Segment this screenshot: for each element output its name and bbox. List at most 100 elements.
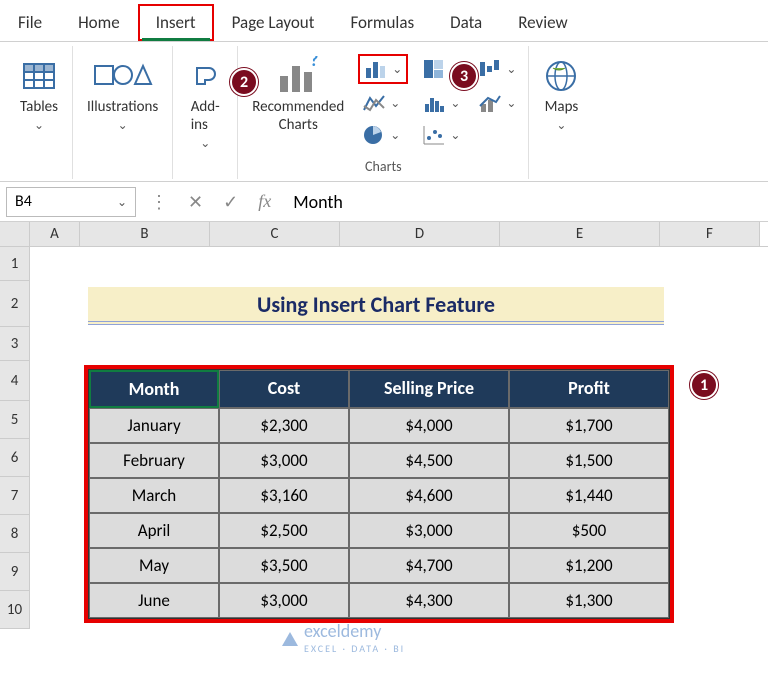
cell[interactable]: $2,500 — [219, 513, 349, 548]
cell[interactable]: $3,500 — [219, 548, 349, 583]
cell[interactable]: March — [89, 478, 219, 513]
tab-formulas[interactable]: Formulas — [332, 4, 432, 41]
recommended-charts-button[interactable]: ? Recommended Charts — [246, 50, 350, 138]
row-header[interactable]: 4 — [0, 361, 30, 401]
name-box-value: B4 — [15, 192, 32, 211]
cell[interactable]: $4,000 — [349, 408, 509, 443]
cells-area[interactable]: Using Insert Chart Feature Month Cost Se… — [30, 247, 768, 629]
cell[interactable]: $2,300 — [219, 408, 349, 443]
col-header[interactable]: E — [500, 222, 660, 246]
cell[interactable]: $1,500 — [509, 443, 669, 478]
chevron-down-icon: ⌄ — [200, 136, 210, 151]
callout-badge-2: 2 — [230, 68, 258, 96]
cell[interactable]: $3,160 — [219, 478, 349, 513]
globe-icon — [543, 54, 579, 98]
cell[interactable]: $1,200 — [509, 548, 669, 583]
combo-chart-button[interactable]: ⌄ — [474, 90, 520, 116]
formula-input[interactable]: Month — [285, 187, 762, 217]
scatter-chart-button[interactable]: ⌄ — [418, 122, 464, 148]
cell[interactable]: $3,000 — [219, 583, 349, 618]
chevron-down-icon: ⌄ — [506, 62, 516, 77]
select-all-corner[interactable] — [0, 222, 30, 246]
table-row: January $2,300 $4,000 $1,700 — [89, 408, 669, 443]
callout-badge-3: 3 — [450, 62, 478, 90]
tab-review[interactable]: Review — [500, 4, 585, 41]
col-header[interactable]: A — [30, 222, 80, 246]
cell[interactable]: June — [89, 583, 219, 618]
table-row: April $2,500 $3,000 $500 — [89, 513, 669, 548]
chevron-down-icon: ⌄ — [450, 128, 460, 143]
cell[interactable]: May — [89, 548, 219, 583]
cancel-icon[interactable]: ✕ — [182, 191, 209, 213]
tab-file[interactable]: File — [0, 4, 60, 41]
fx-icon[interactable]: fx — [252, 191, 277, 212]
addins-button[interactable]: Add- ins ⌄ — [181, 50, 229, 155]
cell[interactable]: $4,600 — [349, 478, 509, 513]
row-header[interactable]: 5 — [0, 401, 30, 439]
header-cell[interactable]: Selling Price — [349, 370, 509, 408]
table-header-row: Month Cost Selling Price Profit — [89, 370, 669, 408]
row-header[interactable]: 1 — [0, 247, 30, 281]
name-box[interactable]: B4 ⌄ — [6, 187, 136, 217]
line-chart-button[interactable]: ⌄ — [358, 90, 408, 116]
row-header[interactable]: 7 — [0, 477, 30, 515]
cell[interactable]: $3,000 — [349, 513, 509, 548]
cell[interactable]: February — [89, 443, 219, 478]
waterfall-chart-button[interactable]: ⌄ — [474, 54, 520, 84]
cell[interactable]: $1,700 — [509, 408, 669, 443]
addins-icon — [187, 54, 223, 98]
row-headers: 1 2 3 4 5 6 7 8 9 10 — [0, 247, 30, 629]
row-header[interactable]: 8 — [0, 515, 30, 553]
cell[interactable]: $4,500 — [349, 443, 509, 478]
row-header[interactable]: 10 — [0, 591, 30, 629]
chevron-down-icon: ⌄ — [506, 96, 516, 111]
tab-home[interactable]: Home — [60, 4, 138, 41]
row-header[interactable]: 2 — [0, 281, 30, 327]
data-table-selection: Month Cost Selling Price Profit January … — [84, 365, 674, 623]
enter-icon[interactable]: ✓ — [217, 191, 244, 213]
chevron-down-icon: ⌄ — [556, 118, 566, 133]
cell[interactable]: January — [89, 408, 219, 443]
group-tables: Tables ⌄ — [6, 46, 73, 179]
illustrations-label: Illustrations — [87, 98, 158, 116]
cell[interactable]: April — [89, 513, 219, 548]
chevron-down-icon: ⌄ — [117, 195, 127, 210]
tables-button[interactable]: Tables ⌄ — [14, 50, 64, 137]
cell[interactable]: $4,300 — [349, 583, 509, 618]
cell[interactable]: $3,000 — [219, 443, 349, 478]
watermark: exceldemy EXCEL · DATA · BI — [280, 620, 405, 655]
row-header[interactable]: 3 — [0, 327, 30, 361]
tab-data[interactable]: Data — [432, 4, 500, 41]
pie-chart-button[interactable]: ⌄ — [358, 122, 408, 148]
chevron-down-icon: ⌄ — [392, 62, 402, 77]
column-headers: A B C D E F — [0, 222, 768, 247]
header-cell[interactable]: Cost — [219, 370, 349, 408]
maps-button[interactable]: Maps ⌄ — [537, 50, 585, 137]
chevron-down-icon: ⌄ — [450, 96, 460, 111]
illustrations-button[interactable]: Illustrations ⌄ — [81, 50, 164, 137]
col-header[interactable]: F — [660, 222, 760, 246]
ribbon-tabs: File Home Insert Page Layout Formulas Da… — [0, 0, 768, 42]
header-cell[interactable]: Profit — [509, 370, 669, 408]
column-chart-button[interactable]: ⌄ — [358, 54, 408, 84]
statistic-chart-button[interactable]: ⌄ — [418, 90, 464, 116]
cell[interactable]: $4,700 — [349, 548, 509, 583]
col-header[interactable]: C — [210, 222, 340, 246]
svg-text:?: ? — [310, 56, 318, 71]
cell[interactable]: $1,300 — [509, 583, 669, 618]
header-cell[interactable]: Month — [89, 370, 219, 408]
row-header[interactable]: 6 — [0, 439, 30, 477]
col-header[interactable]: B — [80, 222, 210, 246]
ribbon: Tables ⌄ Illustrations ⌄ Add- ins ⌄ ? — [0, 42, 768, 182]
charts-group-label: Charts — [365, 154, 402, 175]
cell[interactable]: $500 — [509, 513, 669, 548]
cell[interactable]: $1,440 — [509, 478, 669, 513]
chevron-down-icon: ⌄ — [390, 128, 400, 143]
tab-insert[interactable]: Insert — [138, 4, 214, 41]
row-header[interactable]: 9 — [0, 553, 30, 591]
tab-page-layout[interactable]: Page Layout — [214, 4, 333, 41]
sheet-title: Using Insert Chart Feature — [88, 287, 664, 325]
col-header[interactable]: D — [340, 222, 500, 246]
divider: ⋮ — [144, 191, 174, 213]
table-row: February $3,000 $4,500 $1,500 — [89, 443, 669, 478]
